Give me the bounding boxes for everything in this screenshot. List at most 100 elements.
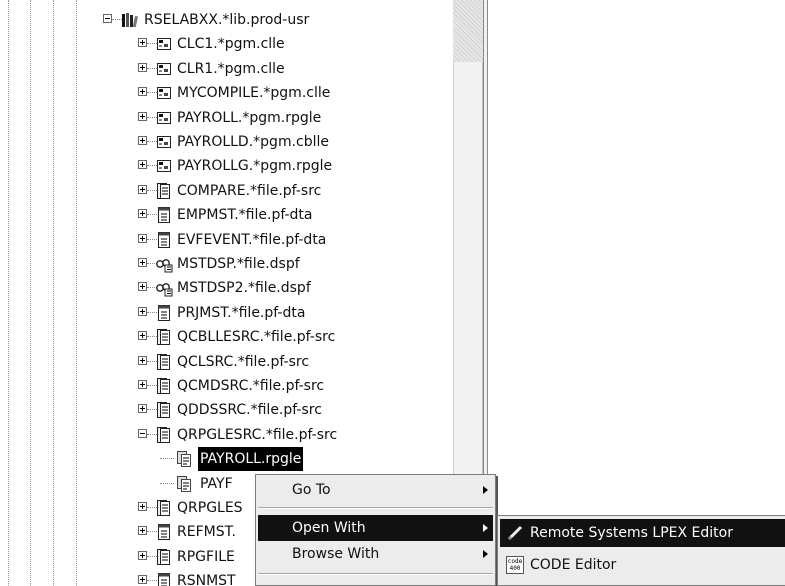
expand-plus-icon[interactable] bbox=[138, 355, 147, 365]
code-badge-bottom: 400 bbox=[509, 565, 521, 572]
code-editor-icon: code 400 bbox=[506, 556, 524, 574]
source-file-icon bbox=[155, 377, 173, 395]
submenu-arrow-icon bbox=[483, 486, 488, 494]
tree-row[interactable]: CLC1.*pgm.clle bbox=[0, 32, 453, 56]
expand-plus-icon[interactable] bbox=[138, 233, 147, 243]
menu-item-open-with[interactable]: Open With bbox=[258, 515, 493, 541]
vertical-scrollbar-thumb[interactable] bbox=[453, 62, 483, 502]
source-file-icon bbox=[155, 426, 173, 444]
tree-row[interactable]: COMPARE.*file.pf-src bbox=[0, 179, 453, 203]
expand-plus-icon[interactable] bbox=[138, 160, 147, 170]
tree-row-label: PRJMST.*file.pf-dta bbox=[177, 304, 306, 321]
tree-row-label: MSTDSP.*file.dspf bbox=[177, 256, 300, 272]
source-file-icon bbox=[155, 353, 173, 371]
tree-row-label: QDDSSRC.*file.pf-src bbox=[177, 402, 322, 419]
expand-plus-icon[interactable] bbox=[138, 404, 147, 414]
expand-plus-icon[interactable] bbox=[138, 550, 147, 560]
open-with-submenu: Remote Systems LPEX Editor code 400 CODE … bbox=[497, 515, 785, 586]
tree-row-label: REFMST. bbox=[177, 524, 236, 541]
display-file-icon bbox=[155, 255, 173, 273]
tree-row-label: QCMDSRC.*file.pf-src bbox=[177, 378, 325, 394]
collapse-minus-icon[interactable] bbox=[103, 14, 112, 23]
context-menu: Go To Open With Browse With bbox=[255, 474, 496, 586]
code-badge-top: code bbox=[507, 558, 523, 565]
data-file-icon bbox=[155, 304, 173, 322]
tree-row[interactable]: PAYROLL.rpgle bbox=[0, 447, 453, 472]
expand-plus-icon[interactable] bbox=[138, 209, 147, 219]
tree-row[interactable]: EVFEVENT.*file.pf-dta bbox=[0, 228, 453, 252]
data-file-icon bbox=[155, 523, 173, 541]
member-icon bbox=[175, 450, 193, 468]
editor-area bbox=[488, 0, 785, 586]
tree-row-label: COMPARE.*file.pf-src bbox=[177, 182, 322, 199]
menu-item-go-to[interactable]: Go To bbox=[258, 477, 493, 503]
tree-row[interactable]: RSELABXX.*lib.prod-usr bbox=[0, 8, 453, 32]
tree-row[interactable]: QDDSSRC.*file.pf-src bbox=[0, 398, 453, 422]
tree-row-label: PAYROLLG.*pgm.rpgle bbox=[177, 158, 333, 175]
tree-row-label: QRPGLES bbox=[177, 500, 243, 516]
collapse-minus-icon[interactable] bbox=[138, 428, 147, 438]
source-file-icon bbox=[155, 499, 173, 517]
expand-plus-icon[interactable] bbox=[138, 502, 147, 511]
submenu-arrow-icon bbox=[483, 524, 488, 532]
expand-plus-icon[interactable] bbox=[138, 306, 147, 316]
tree-row-label: PAYROLL.rpgle bbox=[198, 447, 304, 472]
tree-row[interactable]: PRJMST.*file.pf-dta bbox=[0, 301, 453, 325]
menu-item-label: Remote Systems LPEX Editor bbox=[530, 525, 733, 541]
expand-plus-icon[interactable] bbox=[138, 258, 147, 267]
tree-row[interactable]: PAYROLLD.*pgm.cblle bbox=[0, 130, 453, 154]
tree-row[interactable]: MYCOMPILE.*pgm.clle bbox=[0, 81, 453, 105]
menu-item-label: CODE Editor bbox=[530, 557, 617, 573]
menu-item-label: Open With bbox=[292, 520, 366, 536]
source-file-icon bbox=[155, 328, 173, 346]
data-file-icon bbox=[155, 231, 173, 249]
tree-row-label: EMPMST.*file.pf-dta bbox=[177, 207, 313, 224]
tree-row-label: CLR1.*pgm.clle bbox=[177, 60, 285, 77]
expand-plus-icon[interactable] bbox=[138, 331, 147, 341]
source-file-icon bbox=[155, 182, 173, 200]
library-icon bbox=[121, 11, 139, 29]
tree-row-label: EVFEVENT.*file.pf-dta bbox=[177, 231, 327, 248]
expand-plus-icon[interactable] bbox=[138, 380, 147, 389]
tree-row-label: RSNMST bbox=[177, 573, 236, 586]
source-file-icon bbox=[155, 401, 173, 419]
expand-plus-icon[interactable] bbox=[138, 38, 147, 48]
menu-item-label: Go To bbox=[292, 482, 331, 498]
tree-row[interactable]: QCBLLESRC.*file.pf-src bbox=[0, 325, 453, 349]
lpex-editor-icon bbox=[507, 525, 523, 541]
tree-row-label: MSTDSP2.*file.dspf bbox=[177, 280, 311, 297]
expand-plus-icon[interactable] bbox=[138, 62, 147, 72]
tree-row[interactable]: QRPGLESRC.*file.pf-src bbox=[0, 423, 453, 447]
program-icon bbox=[155, 157, 173, 175]
expand-plus-icon[interactable] bbox=[138, 111, 147, 121]
data-file-icon bbox=[155, 206, 173, 224]
tree-row[interactable]: CLR1.*pgm.clle bbox=[0, 57, 453, 81]
program-icon bbox=[155, 84, 173, 102]
tree-row[interactable]: EMPMST.*file.pf-dta bbox=[0, 203, 453, 227]
expand-plus-icon[interactable] bbox=[138, 526, 147, 536]
expand-plus-icon[interactable] bbox=[138, 282, 147, 292]
menu-separator bbox=[258, 507, 493, 509]
tree-row-label: PAYF bbox=[200, 475, 233, 492]
tree-row[interactable]: MSTDSP.*file.dspf bbox=[0, 252, 453, 276]
menu-item-browse-with[interactable]: Browse With bbox=[258, 541, 493, 567]
tree-row[interactable]: PAYROLL.*pgm.rpgle bbox=[0, 106, 453, 130]
menu-item-lpex-editor[interactable]: Remote Systems LPEX Editor bbox=[500, 519, 785, 547]
tree-row-label: MYCOMPILE.*pgm.clle bbox=[177, 85, 331, 102]
menu-item-code-editor[interactable]: code 400 CODE Editor bbox=[500, 551, 785, 579]
tree-row[interactable]: PAYROLLG.*pgm.rpgle bbox=[0, 154, 453, 178]
expand-plus-icon[interactable] bbox=[138, 87, 147, 97]
tree-row-label: RSELABXX.*lib.prod-usr bbox=[144, 12, 310, 28]
tree-connector-line bbox=[160, 458, 174, 460]
tree-row-label: RPGFILE bbox=[177, 548, 235, 565]
program-icon bbox=[155, 35, 173, 53]
program-icon bbox=[155, 109, 173, 127]
source-file-icon bbox=[155, 548, 173, 566]
tree-row[interactable]: QCMDSRC.*file.pf-src bbox=[0, 374, 453, 398]
expand-plus-icon[interactable] bbox=[138, 136, 147, 145]
tree-row[interactable]: MSTDSP2.*file.dspf bbox=[0, 276, 453, 300]
submenu-arrow-icon bbox=[483, 550, 488, 558]
expand-plus-icon[interactable] bbox=[138, 184, 147, 194]
tree-row[interactable]: QCLSRC.*file.pf-src bbox=[0, 350, 453, 374]
expand-plus-icon[interactable] bbox=[138, 575, 147, 585]
